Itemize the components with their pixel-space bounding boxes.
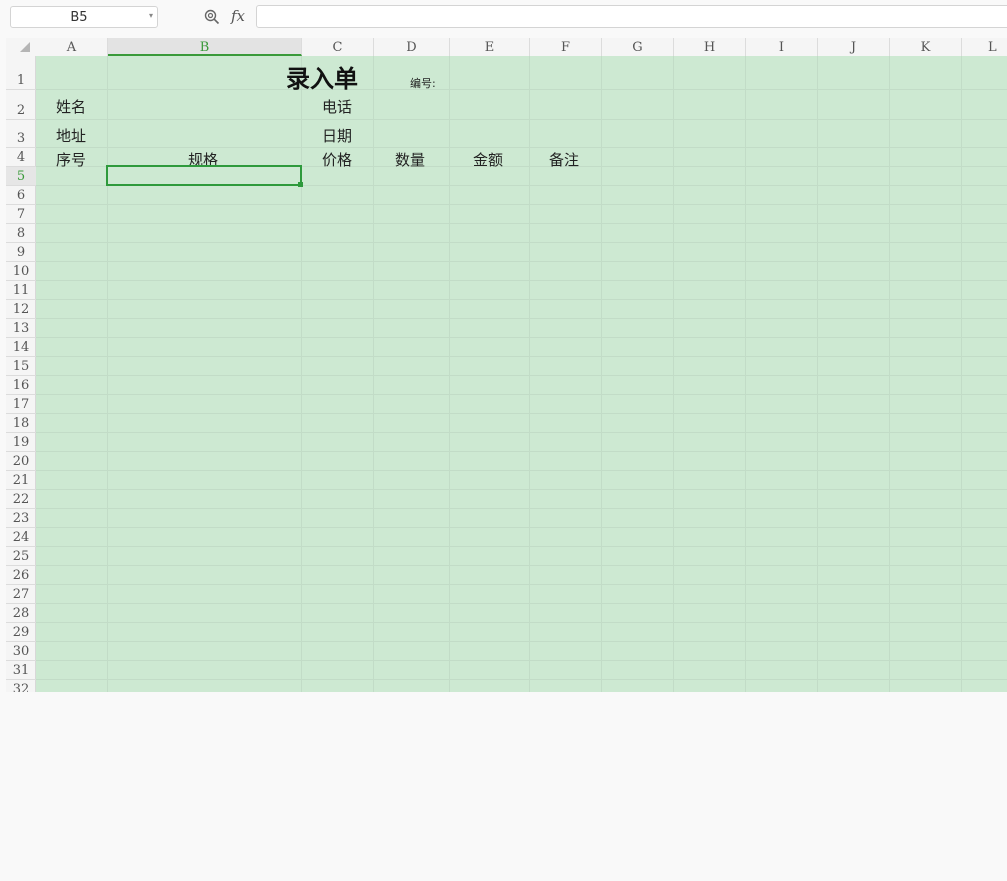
row-header-30[interactable]: 30 [6, 642, 36, 661]
select-all-corner[interactable] [6, 38, 36, 56]
row-header-31[interactable]: 31 [6, 661, 36, 680]
row-header-27[interactable]: 27 [6, 585, 36, 604]
row-header-16[interactable]: 16 [6, 376, 36, 395]
column-header-e[interactable]: E [450, 38, 530, 56]
spreadsheet-grid: A B C D E F G H I J K L 1 2 3 4 5 6 7 8 … [6, 38, 1007, 692]
row-header-28[interactable]: 28 [6, 604, 36, 623]
fill-handle[interactable] [298, 182, 303, 187]
qty-header: 数量 [395, 151, 426, 169]
row-header-29[interactable]: 29 [6, 623, 36, 642]
column-header-b[interactable]: B [108, 38, 302, 56]
row-header-bar: 1 2 3 4 5 6 7 8 9 10 11 12 13 14 15 16 1… [6, 56, 36, 692]
column-header-i[interactable]: I [746, 38, 818, 56]
row-header-11[interactable]: 11 [6, 281, 36, 300]
row-header-20[interactable]: 20 [6, 452, 36, 471]
row-header-22[interactable]: 22 [6, 490, 36, 509]
form-title: 录入单 [286, 64, 358, 93]
row-header-8[interactable]: 8 [6, 224, 36, 243]
address-label: 地址 [56, 127, 87, 145]
row-header-24[interactable]: 24 [6, 528, 36, 547]
row-header-19[interactable]: 19 [6, 433, 36, 452]
column-header-c[interactable]: C [302, 38, 374, 56]
name-box[interactable]: B5 ▾ [10, 6, 158, 28]
row-header-9[interactable]: 9 [6, 243, 36, 262]
row-header-32[interactable]: 32 [6, 680, 36, 692]
column-header-bar: A B C D E F G H I J K L [6, 38, 1007, 57]
fx-icon[interactable]: fx [231, 7, 245, 25]
remark-header: 备注 [549, 151, 580, 169]
row-header-2[interactable]: 2 [6, 90, 36, 120]
row-header-3[interactable]: 3 [6, 120, 36, 148]
chevron-down-icon[interactable]: ▾ [149, 11, 153, 20]
row-header-1[interactable]: 1 [6, 56, 36, 90]
row-header-5[interactable]: 5 [6, 167, 36, 186]
column-header-h[interactable]: H [674, 38, 746, 56]
date-label: 日期 [322, 127, 353, 145]
formula-input[interactable] [256, 5, 1007, 28]
row-header-14[interactable]: 14 [6, 338, 36, 357]
row-header-7[interactable]: 7 [6, 205, 36, 224]
cell-area[interactable]: 录入单 编号: 姓名 电话 地址 日期 序号 规格 价格 数量 金额 备注 [36, 56, 1007, 692]
formula-bar: B5 ▾ fx [0, 0, 1007, 36]
row-header-21[interactable]: 21 [6, 471, 36, 490]
name-box-value: B5 [70, 10, 88, 25]
row-header-6[interactable]: 6 [6, 186, 36, 205]
row-header-12[interactable]: 12 [6, 300, 36, 319]
column-header-l[interactable]: L [962, 38, 1007, 56]
row-header-10[interactable]: 10 [6, 262, 36, 281]
row-header-18[interactable]: 18 [6, 414, 36, 433]
active-cell-b5[interactable] [106, 165, 302, 186]
column-header-a[interactable]: A [36, 38, 108, 56]
number-label: 编号: [410, 77, 436, 90]
row-header-23[interactable]: 23 [6, 509, 36, 528]
column-header-j[interactable]: J [818, 38, 890, 56]
column-header-g[interactable]: G [602, 38, 674, 56]
column-header-d[interactable]: D [374, 38, 450, 56]
seq-header: 序号 [56, 151, 87, 169]
amount-header: 金额 [473, 151, 504, 169]
row-header-13[interactable]: 13 [6, 319, 36, 338]
row-header-17[interactable]: 17 [6, 395, 36, 414]
row-header-15[interactable]: 15 [6, 357, 36, 376]
row-header-25[interactable]: 25 [6, 547, 36, 566]
phone-label: 电话 [322, 98, 353, 116]
column-header-f[interactable]: F [530, 38, 602, 56]
column-header-k[interactable]: K [890, 38, 962, 56]
row-header-26[interactable]: 26 [6, 566, 36, 585]
name-label: 姓名 [56, 98, 87, 116]
row-header-4[interactable]: 4 [6, 148, 36, 167]
zoom-icon[interactable] [204, 9, 220, 25]
price-header: 价格 [322, 151, 353, 169]
